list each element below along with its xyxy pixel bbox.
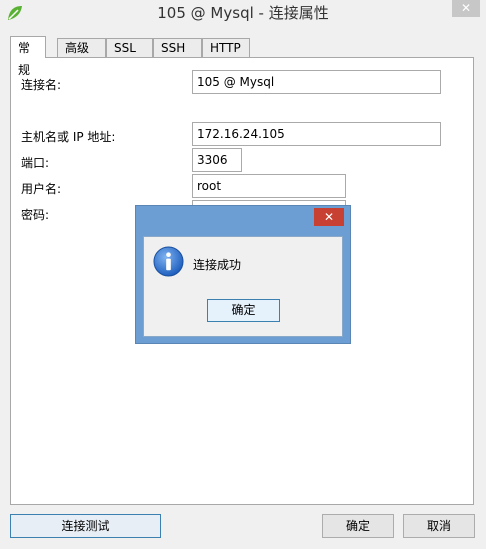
port-label: 端口:: [21, 156, 50, 170]
host-label: 主机名或 IP 地址:: [21, 130, 116, 144]
tab-http[interactable]: HTTP: [202, 38, 250, 57]
test-connection-button[interactable]: 连接测试: [10, 514, 161, 538]
tab-general[interactable]: 常规: [10, 36, 46, 77]
dialog-message: 连接成功: [193, 258, 242, 272]
dialog-close-button[interactable]: ✕: [314, 208, 344, 226]
tab-ssl[interactable]: SSL: [106, 38, 153, 57]
window-title: 105 @ Mysql - 连接属性: [157, 4, 329, 22]
ok-button[interactable]: 确定: [322, 514, 394, 538]
connection-name-input[interactable]: 105 @ Mysql: [192, 70, 441, 94]
port-input[interactable]: 3306: [192, 148, 242, 172]
username-label: 用户名:: [21, 182, 62, 196]
cancel-button[interactable]: 取消: [403, 514, 475, 538]
title-bar: 105 @ Mysql - 连接属性 ✕: [0, 0, 486, 26]
dialog-ok-button[interactable]: 确定: [207, 299, 280, 322]
username-input[interactable]: root: [192, 174, 346, 198]
window-close-button[interactable]: ✕: [452, 0, 480, 17]
tab-advanced[interactable]: 高级: [57, 38, 106, 57]
password-label: 密码:: [21, 208, 50, 222]
success-dialog: ✕ 连接成功 确定: [135, 205, 351, 344]
dialog-body: 连接成功 确定: [143, 236, 343, 337]
info-icon: [153, 246, 184, 277]
tab-ssh[interactable]: SSH: [153, 38, 202, 57]
host-input[interactable]: 172.16.24.105: [192, 122, 441, 146]
